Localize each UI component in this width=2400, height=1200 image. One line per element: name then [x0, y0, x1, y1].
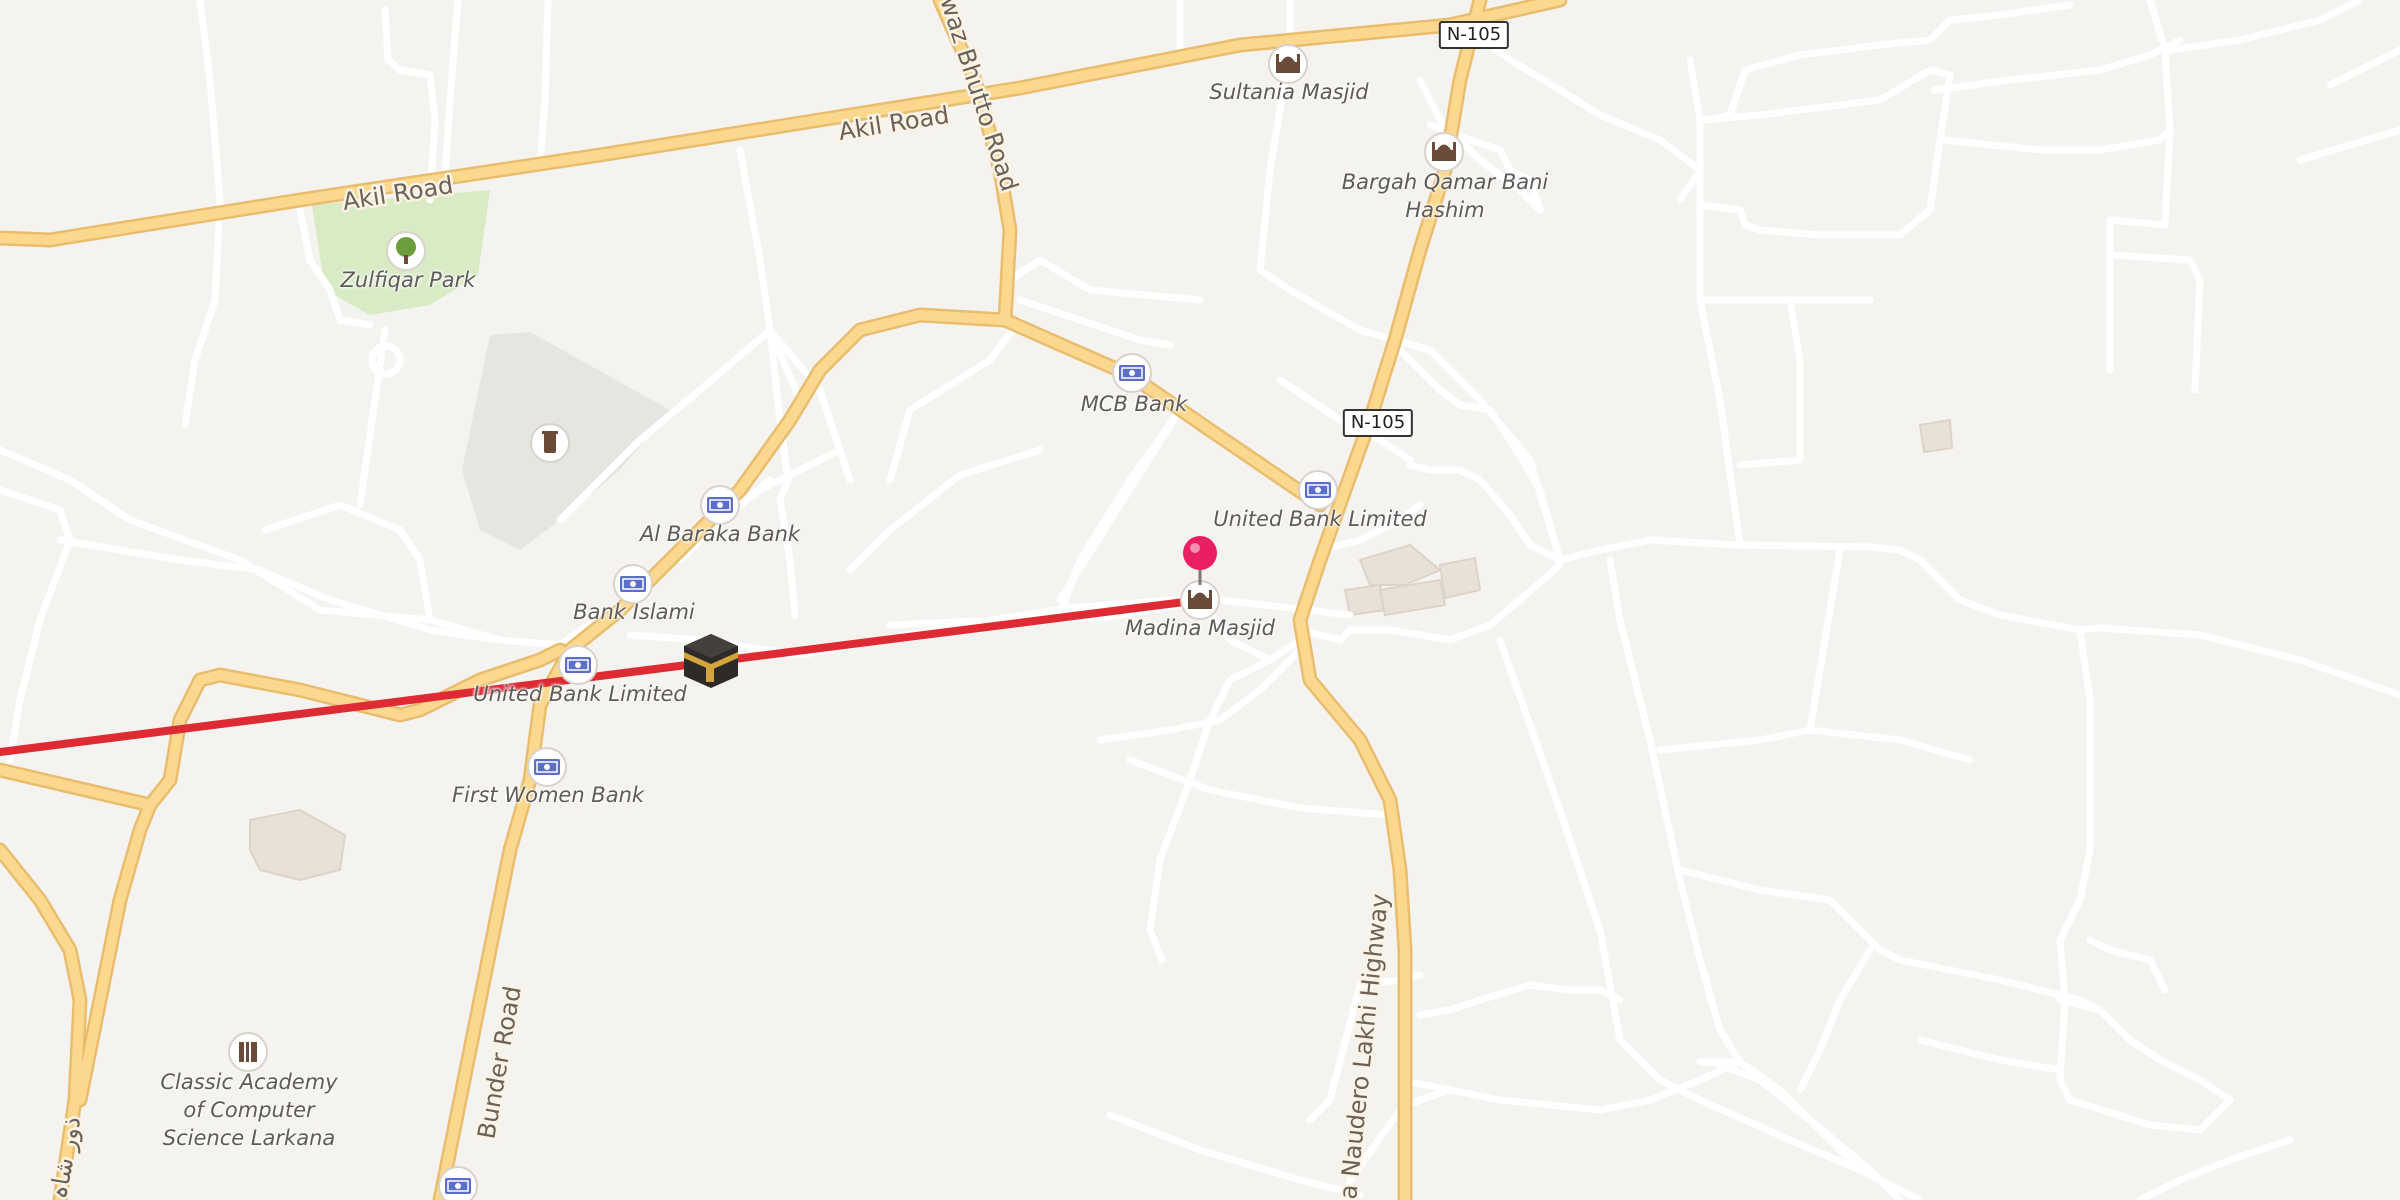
cemetery-icon[interactable] [530, 423, 570, 463]
kaaba-icon[interactable] [684, 634, 738, 688]
poi-label-mcb-bank: MCB Bank [1080, 392, 1188, 416]
poi-label-sultania-masjid: Sultania Masjid [1209, 80, 1369, 104]
poi-label-united-bank-limited: United Bank Limited [1213, 507, 1427, 531]
poi-label-classic-academy: Classic Academy of Computer Science Lark… [160, 1070, 338, 1150]
bank-icon[interactable] [558, 645, 598, 685]
poi-label-bargah-qamar-bani-hashim: Bargah Qamar Bani Hashim [1341, 170, 1549, 222]
poi-label-bank-islami: Bank Islami [573, 600, 695, 624]
bank-icon[interactable] [438, 1166, 478, 1200]
mosque-icon[interactable] [1424, 132, 1464, 172]
tree-icon[interactable] [386, 231, 426, 271]
poi-label-al-baraka-bank: Al Baraka Bank [639, 522, 801, 546]
poi-label-first-women-bank: First Women Bank [451, 783, 645, 807]
poi-label-zulfiqar-park: Zulfiqar Park [340, 268, 476, 292]
map-canvas[interactable]: Akil Road Akil Road waz Bhutto Road Bund… [0, 0, 2400, 1200]
school-icon[interactable] [228, 1032, 268, 1072]
location-pin-icon[interactable] [1183, 536, 1217, 585]
poi-label-madina-masjid: Madina Masjid [1125, 616, 1275, 640]
bank-icon[interactable] [1298, 470, 1338, 510]
bank-icon[interactable] [700, 485, 740, 525]
poi-icon-layer [228, 44, 1464, 1200]
poi-label-united-bank-limited: United Bank Limited [473, 682, 687, 706]
bank-icon[interactable] [1112, 353, 1152, 393]
